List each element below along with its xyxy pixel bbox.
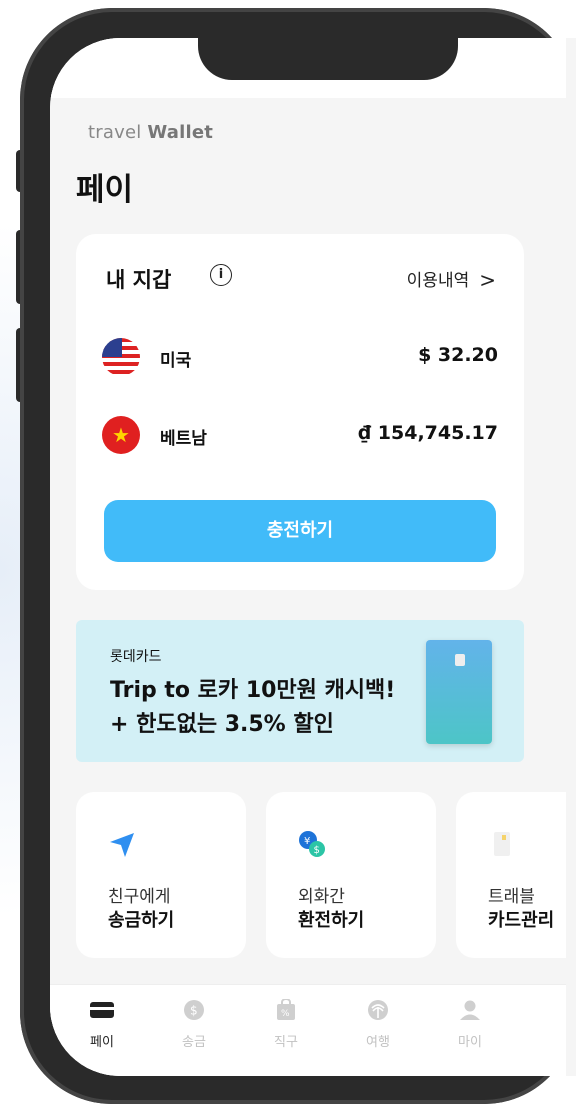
shopping-bag-icon: % [277, 998, 295, 1020]
usage-history-link[interactable]: 이용내역 > [407, 266, 496, 292]
tab-label: 페이 [90, 1035, 114, 1050]
quick-action-tiles: 친구에게 송금하기 ¥ $ 외화간 환전하기 트래블 카드관리 [76, 792, 566, 958]
app-brand: travel Wallet [88, 122, 213, 143]
usage-history-label: 이용내역 [406, 271, 470, 291]
svg-text:$: $ [190, 1004, 198, 1018]
dollar-icon: $ [184, 1000, 204, 1020]
wallet-title: 내 지갑 [106, 268, 172, 292]
card-icon [494, 832, 510, 856]
tile-main: 카드관리 [488, 910, 555, 931]
tile-main: 송금하기 [108, 910, 175, 931]
banner-kicker: 롯데카드 [110, 649, 162, 665]
card-icon [90, 1002, 114, 1018]
currency-amount: ₫ 154,745.17 [357, 422, 498, 444]
tab-label: 마이 [458, 1035, 482, 1050]
brand-prefix: travel [88, 122, 142, 143]
user-icon [460, 1000, 480, 1020]
tab-pay[interactable]: 페이 [72, 999, 132, 1050]
tile-card-manage[interactable]: 트래블 카드관리 [456, 792, 566, 958]
tile-sub: 친구에게 [108, 887, 171, 907]
page-title: 페이 [76, 172, 134, 208]
currency-name: 베트남 [160, 429, 207, 449]
phone-notch [198, 38, 458, 80]
banner-subline: + 한도없는 3.5% 할인 [110, 712, 334, 737]
tab-label: 직구 [274, 1035, 298, 1050]
wallet-card: 내 지갑 i 이용내역 > 미국 $ 32.20 ★ 베트남 ₫ 154,745.… [76, 234, 524, 590]
tab-label: 여행 [366, 1035, 390, 1050]
charge-button[interactable]: 충전하기 [104, 500, 496, 562]
tile-sub: 트래블 [488, 887, 535, 907]
brand-bold: Wallet [147, 122, 214, 143]
svg-text:%: % [281, 1009, 290, 1019]
tab-travel[interactable]: 여행 [348, 999, 408, 1050]
currency-amount: $ 32.20 [418, 344, 498, 366]
currency-exchange-icon: ¥ $ [299, 831, 325, 857]
info-icon[interactable]: i [210, 264, 232, 286]
tab-remit[interactable]: $ 송금 [164, 999, 224, 1050]
phone-screen: travel Wallet 페이 내 지갑 i 이용내역 > 미국 $ 32.20… [50, 38, 576, 1076]
currency-row-usd[interactable]: 미국 $ 32.20 [102, 336, 498, 378]
tile-exchange[interactable]: ¥ $ 외화간 환전하기 [266, 792, 436, 958]
tab-my[interactable]: 마이 [440, 999, 500, 1050]
tile-main: 환전하기 [298, 910, 365, 931]
credit-card-image [426, 640, 492, 744]
paper-plane-icon [110, 833, 134, 857]
chevron-right-icon: > [479, 268, 496, 292]
tile-sub: 외화간 [298, 887, 345, 907]
bottom-tab-bar: 페이 $ 송금 % 직구 여행 마이 [50, 984, 566, 1076]
palm-tree-icon [368, 1000, 388, 1020]
vn-flag-icon: ★ [102, 416, 140, 454]
svg-text:$: $ [314, 845, 320, 856]
promo-banner[interactable]: 롯데카드 Trip to 로카 10만원 캐시백! + 한도없는 3.5% 할인 [76, 620, 524, 762]
tile-send-money[interactable]: 친구에게 송금하기 [76, 792, 246, 958]
phone-frame: travel Wallet 페이 내 지갑 i 이용내역 > 미국 $ 32.20… [20, 8, 576, 1104]
tab-label: 송금 [182, 1035, 206, 1050]
svg-text:¥: ¥ [304, 836, 310, 847]
currency-row-vnd[interactable]: ★ 베트남 ₫ 154,745.17 [102, 414, 498, 456]
currency-name: 미국 [160, 351, 192, 371]
tab-direct-buy[interactable]: % 직구 [256, 998, 316, 1050]
banner-headline: Trip to 로카 10만원 캐시백! [110, 678, 396, 703]
us-flag-icon [102, 338, 140, 376]
